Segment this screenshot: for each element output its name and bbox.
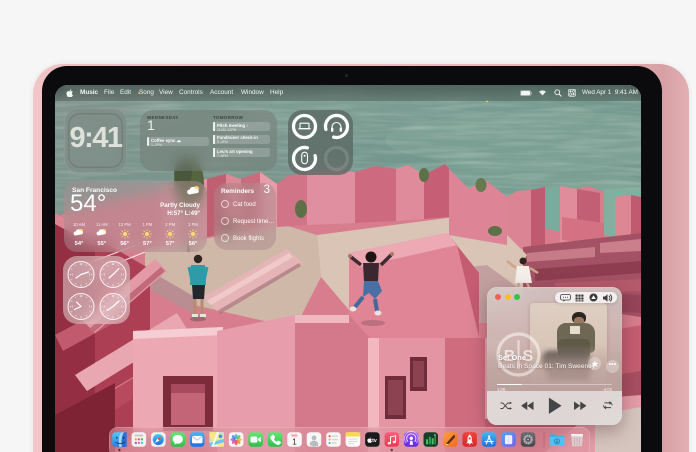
svg-text:1: 1 xyxy=(292,437,297,446)
svg-text:tv: tv xyxy=(372,438,377,444)
